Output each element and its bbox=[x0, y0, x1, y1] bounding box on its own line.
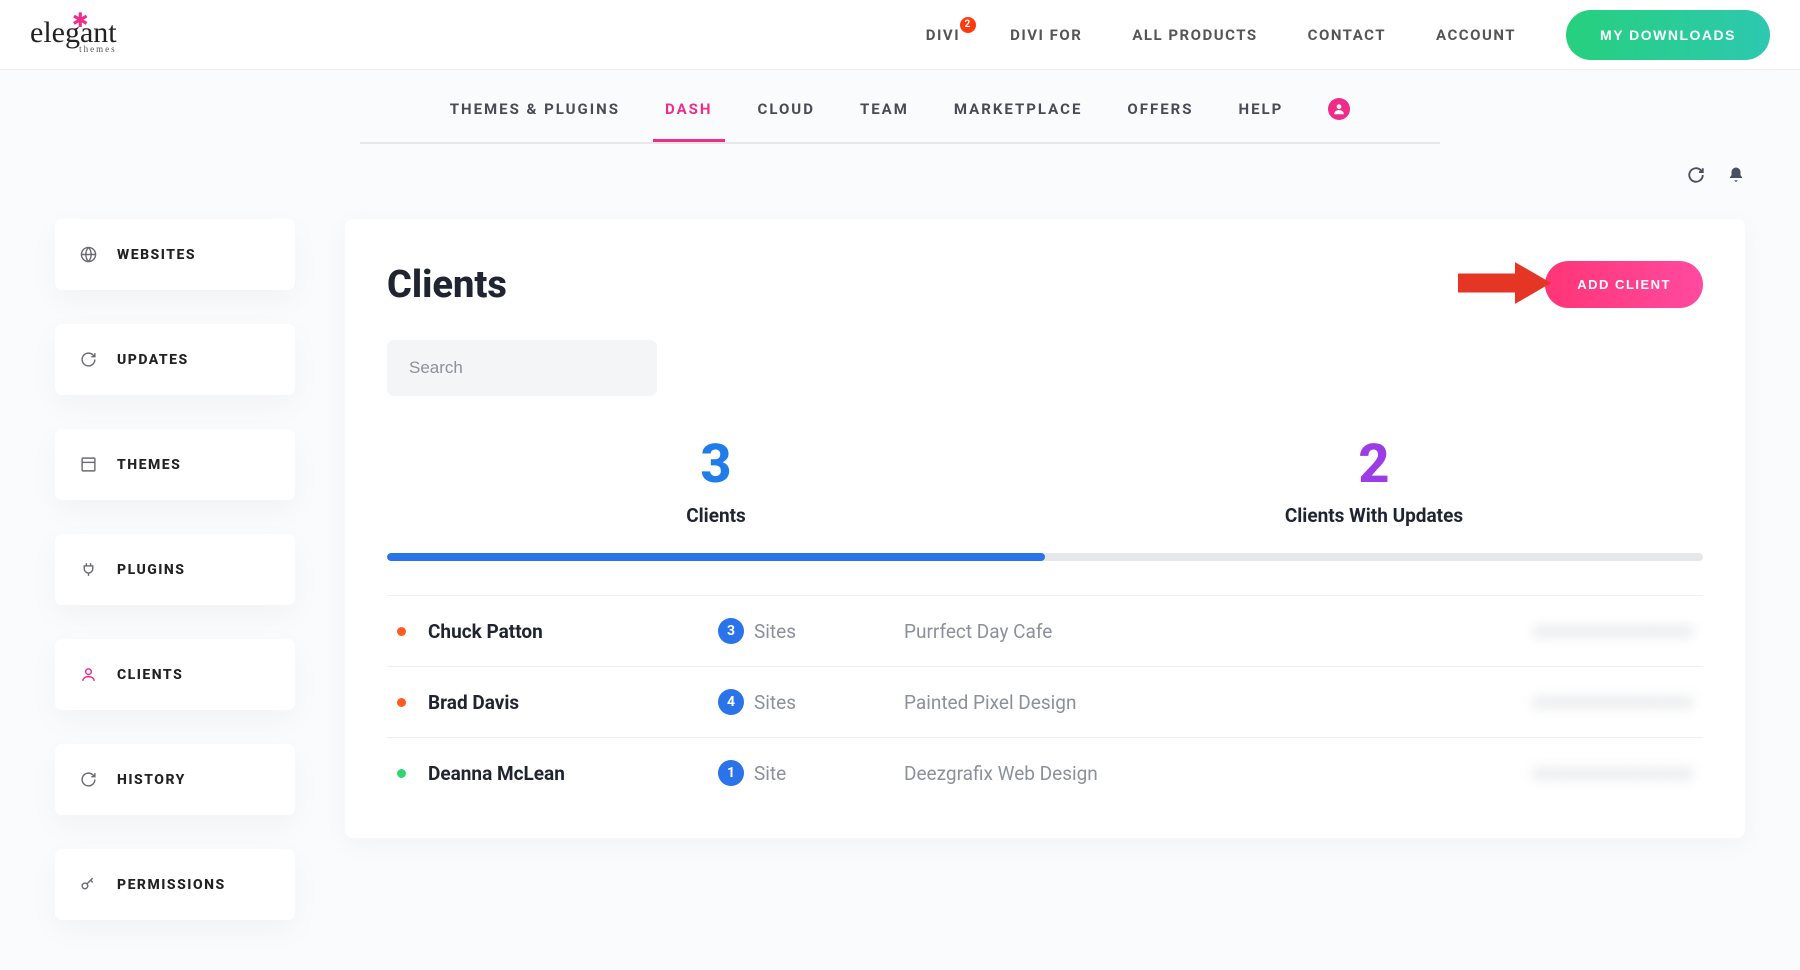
sites-label: Sites bbox=[754, 691, 904, 714]
user-icon bbox=[79, 666, 97, 683]
status-dot-icon bbox=[397, 627, 406, 636]
stat-value: 3 bbox=[387, 438, 1045, 492]
sidebar: WEBSITES UPDATES THEMES PLUGINS CLIENTS … bbox=[55, 219, 295, 920]
client-company: Deezgrafix Web Design bbox=[904, 762, 1433, 785]
refresh-icon[interactable] bbox=[1687, 166, 1705, 189]
client-name: Brad Davis bbox=[428, 691, 718, 714]
sidebar-item-label: PLUGINS bbox=[117, 562, 185, 578]
nav-divi[interactable]: DIVI2 bbox=[926, 26, 960, 44]
client-email-blurred: xxxxxxxxxxxxxxxxxxx bbox=[1433, 621, 1693, 641]
client-row[interactable]: Chuck Patton 3 Sites Purrfect Day Cafe x… bbox=[387, 595, 1703, 666]
sidebar-item-plugins[interactable]: PLUGINS bbox=[55, 534, 295, 605]
tab-marketplace[interactable]: MARKETPLACE bbox=[954, 100, 1083, 140]
panel-header: Clients ADD CLIENT bbox=[387, 261, 1703, 308]
sidebar-item-history[interactable]: HISTORY bbox=[55, 744, 295, 815]
client-company: Purrfect Day Cafe bbox=[904, 620, 1433, 643]
utility-bar bbox=[0, 144, 1800, 189]
stat-label: Clients With Updates bbox=[1045, 504, 1703, 527]
key-icon bbox=[79, 876, 97, 893]
sites-label: Sites bbox=[754, 620, 904, 643]
nav-divi-for[interactable]: DIVI FOR bbox=[1010, 26, 1082, 44]
badge-count: 2 bbox=[960, 17, 976, 33]
site-count-badge: 1 bbox=[718, 760, 744, 786]
stat-clients-with-updates[interactable]: 2 Clients With Updates bbox=[1045, 438, 1703, 527]
sidebar-item-label: CLIENTS bbox=[117, 667, 183, 683]
client-row[interactable]: Brad Davis 4 Sites Painted Pixel Design … bbox=[387, 666, 1703, 737]
nav-label: DIVI bbox=[926, 26, 960, 44]
stat-value: 2 bbox=[1045, 438, 1703, 492]
progress-fill bbox=[387, 553, 1045, 561]
search-input[interactable] bbox=[387, 340, 657, 396]
bell-icon[interactable] bbox=[1727, 166, 1745, 189]
sidebar-item-permissions[interactable]: PERMISSIONS bbox=[55, 849, 295, 920]
arrow-annotation-icon bbox=[1458, 258, 1553, 312]
tab-cloud[interactable]: CLOUD bbox=[758, 100, 815, 140]
site-count-badge: 4 bbox=[718, 689, 744, 715]
sidebar-item-label: UPDATES bbox=[117, 352, 189, 368]
refresh-icon bbox=[79, 351, 97, 368]
client-email-blurred: xxxxxxxxxxxxxxxxxxx bbox=[1433, 763, 1693, 783]
my-downloads-button[interactable]: MY DOWNLOADS bbox=[1566, 10, 1770, 60]
page-title: Clients bbox=[387, 263, 507, 307]
status-dot-icon bbox=[397, 769, 406, 778]
stats-progress-bar bbox=[387, 553, 1703, 561]
add-client-button[interactable]: ADD CLIENT bbox=[1545, 261, 1703, 308]
tab-offers[interactable]: OFFERS bbox=[1127, 100, 1193, 140]
brand-logo[interactable]: elegant✱ themes bbox=[30, 16, 117, 54]
client-name: Deanna McLean bbox=[428, 762, 718, 785]
sidebar-item-label: PERMISSIONS bbox=[117, 877, 226, 893]
sidebar-item-label: WEBSITES bbox=[117, 247, 196, 263]
client-email-blurred: xxxxxxxxxxxxxxxxxxx bbox=[1433, 692, 1693, 712]
nav-account[interactable]: ACCOUNT bbox=[1436, 26, 1516, 44]
sidebar-item-updates[interactable]: UPDATES bbox=[55, 324, 295, 395]
tab-team[interactable]: TEAM bbox=[860, 100, 909, 140]
top-header: elegant✱ themes DIVI2 DIVI FOR ALL PRODU… bbox=[0, 0, 1800, 70]
plug-icon bbox=[79, 561, 97, 578]
sites-label: Site bbox=[754, 762, 904, 785]
content-wrapper: WEBSITES UPDATES THEMES PLUGINS CLIENTS … bbox=[0, 189, 1800, 920]
status-dot-icon bbox=[397, 698, 406, 707]
tab-help[interactable]: HELP bbox=[1238, 100, 1283, 140]
layout-icon bbox=[79, 456, 97, 473]
stats-row: 3 Clients 2 Clients With Updates bbox=[387, 438, 1703, 527]
sidebar-item-label: THEMES bbox=[117, 457, 181, 473]
sidebar-item-label: HISTORY bbox=[117, 772, 186, 788]
sidebar-item-themes[interactable]: THEMES bbox=[55, 429, 295, 500]
main-panel: Clients ADD CLIENT 3 Clients 2 Clients W… bbox=[345, 219, 1745, 838]
top-nav: DIVI2 DIVI FOR ALL PRODUCTS CONTACT ACCO… bbox=[926, 10, 1770, 60]
refresh-icon bbox=[79, 771, 97, 788]
stat-clients[interactable]: 3 Clients bbox=[387, 438, 1045, 527]
sidebar-item-websites[interactable]: WEBSITES bbox=[55, 219, 295, 290]
nav-contact[interactable]: CONTACT bbox=[1308, 26, 1386, 44]
nav-all-products[interactable]: ALL PRODUCTS bbox=[1132, 26, 1257, 44]
tab-dash[interactable]: DASH bbox=[665, 100, 713, 140]
site-count-badge: 3 bbox=[718, 618, 744, 644]
globe-icon bbox=[79, 246, 97, 263]
user-avatar-icon[interactable] bbox=[1328, 98, 1350, 120]
client-company: Painted Pixel Design bbox=[904, 691, 1433, 714]
sidebar-item-clients[interactable]: CLIENTS bbox=[55, 639, 295, 710]
logo-star-icon: ✱ bbox=[72, 8, 89, 33]
clients-list: Chuck Patton 3 Sites Purrfect Day Cafe x… bbox=[387, 595, 1703, 808]
tab-themes-plugins[interactable]: THEMES & PLUGINS bbox=[450, 100, 620, 140]
client-row[interactable]: Deanna McLean 1 Site Deezgrafix Web Desi… bbox=[387, 737, 1703, 808]
secondary-nav: THEMES & PLUGINS DASH CLOUD TEAM MARKETP… bbox=[360, 70, 1440, 144]
client-name: Chuck Patton bbox=[428, 620, 718, 643]
stat-label: Clients bbox=[387, 504, 1045, 527]
